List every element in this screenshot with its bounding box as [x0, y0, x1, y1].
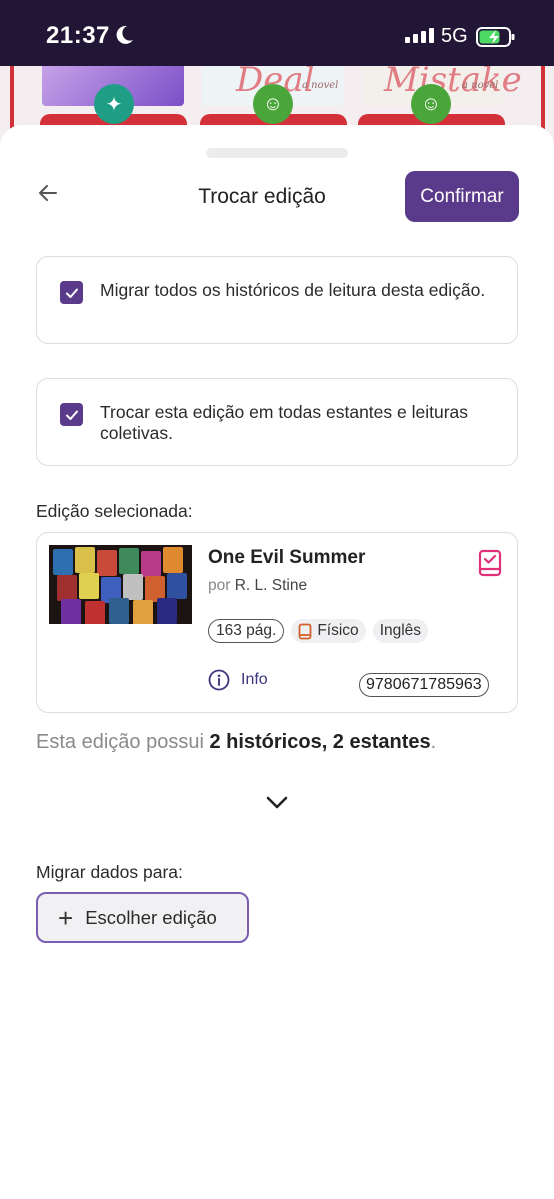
status-time: 21:37 — [46, 22, 110, 49]
format-label: Físico — [317, 622, 359, 639]
check-icon — [65, 410, 78, 420]
book-check-icon[interactable] — [477, 549, 503, 577]
battery-charging-icon — [476, 27, 515, 47]
migrate-to-heading: Migrar dados para: — [36, 862, 183, 882]
edition-summary: Esta edição possui 2 históricos, 2 estan… — [36, 731, 436, 754]
choose-edition-label: Escolher edição — [85, 906, 217, 928]
check-icon — [65, 288, 78, 298]
background-cover-subtitle: a novel — [462, 80, 499, 91]
migrate-history-option[interactable]: Migrar todos os históricos de leitura de… — [36, 256, 518, 344]
smiley-badge-icon: ☺ — [253, 84, 293, 124]
pages-tag: 163 pág. — [208, 619, 285, 643]
isbn-badge: 9780671785963 — [359, 673, 489, 697]
summary-prefix: Esta edição possui — [36, 731, 210, 753]
migrate-history-checkbox[interactable] — [60, 281, 83, 304]
background-cover-title: Mistake — [384, 66, 522, 100]
change-edition-sheet: Trocar edição Confirmar Migrar todos os … — [0, 125, 554, 1199]
book-title: One Evil Summer — [208, 547, 366, 568]
sheet-grabber[interactable] — [206, 148, 348, 158]
book-author-line: por R. L. Stine — [208, 577, 307, 595]
summary-suffix: . — [430, 731, 437, 753]
book-author[interactable]: R. L. Stine — [235, 577, 307, 594]
info-label: Info — [241, 671, 268, 688]
network-label: 5G — [441, 25, 468, 47]
status-bar: 21:37 5G — [0, 0, 554, 66]
migrate-history-label: Migrar todos os históricos de leitura de… — [100, 280, 486, 300]
smiley-badge-icon: ☺ — [411, 84, 451, 124]
selected-edition-card[interactable]: One Evil Summer por R. L. Stine 163 pág.… — [36, 532, 518, 713]
swap-shelves-option[interactable]: Trocar esta edição em todas estantes e l… — [36, 378, 518, 466]
selected-edition-heading: Edição selecionada: — [36, 501, 193, 521]
swap-shelves-label: Trocar esta edição em todas estantes e l… — [100, 402, 469, 443]
moon-icon — [116, 25, 133, 44]
signal-icon — [405, 28, 434, 43]
choose-edition-button[interactable]: + Escolher edição — [36, 892, 249, 943]
info-icon — [208, 669, 230, 691]
language-tag: Inglês — [372, 619, 429, 643]
swap-shelves-checkbox[interactable] — [60, 403, 83, 426]
format-tag: Físico — [291, 619, 366, 643]
summary-counts: 2 históricos, 2 estantes — [209, 731, 431, 753]
chevron-down-icon[interactable] — [265, 794, 289, 810]
author-prefix: por — [208, 577, 231, 594]
book-tags: 163 pág. Físico Inglês — [208, 619, 429, 643]
plus-icon: + — [58, 902, 74, 933]
sparkle-badge-icon: ✦ — [94, 84, 134, 124]
info-link[interactable]: Info — [208, 669, 268, 691]
book-cover-image — [49, 545, 192, 624]
confirm-button[interactable]: Confirmar — [405, 171, 519, 222]
book-icon — [298, 623, 312, 639]
background-cover-subtitle: a novel — [302, 80, 339, 91]
